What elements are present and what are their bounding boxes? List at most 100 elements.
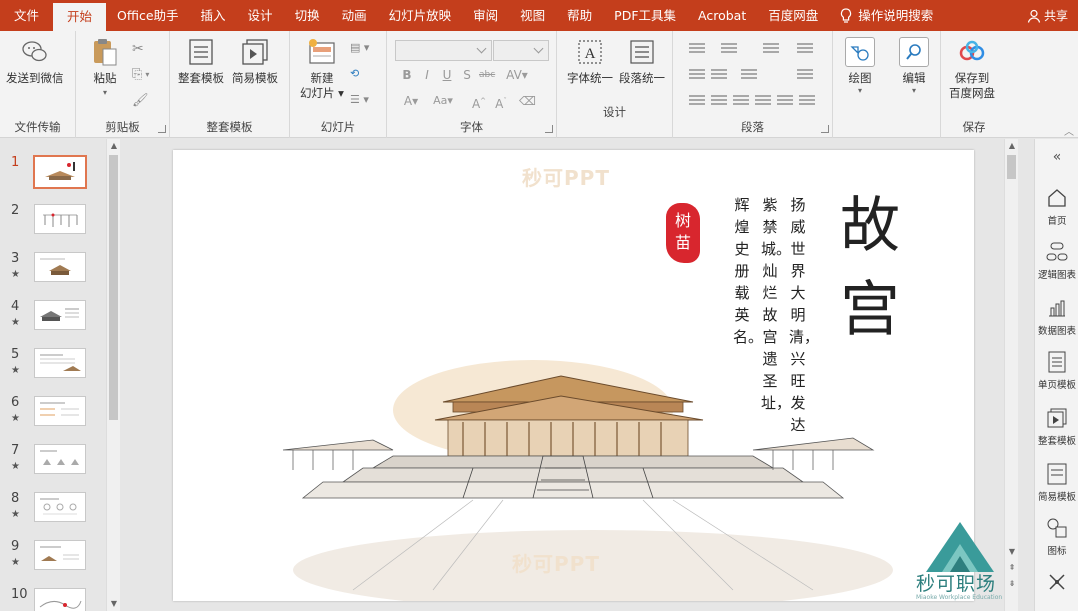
menu-transitions[interactable]: 切换 [284, 0, 331, 31]
shrink-font-button[interactable]: Aˇ [493, 93, 509, 111]
group-clipboard: 粘贴 ▾ ✂ ⎘ ▾ 🖌 剪贴板 [76, 31, 170, 138]
single-page-template-button[interactable]: 单页模板 [1035, 349, 1078, 391]
align-center-button[interactable] [711, 95, 727, 107]
menu-insert[interactable]: 插入 [190, 0, 237, 31]
more-tools-button[interactable] [1035, 569, 1078, 597]
logic-chart-button[interactable]: 逻辑图表 [1035, 239, 1078, 281]
align-right-button[interactable] [733, 95, 749, 107]
send-to-wechat-button[interactable]: 发送到微信 [6, 37, 64, 86]
thumbnail-item[interactable]: 8 ★ [0, 491, 105, 532]
format-painter-icon[interactable]: 🖌 [132, 93, 149, 108]
reset-icon[interactable]: ⟲ [350, 67, 359, 80]
simple-template-button[interactable]: 简易模板 [232, 37, 278, 86]
align-text-button[interactable] [797, 69, 813, 81]
bullets-button[interactable] [689, 43, 705, 55]
icons-button[interactable]: 图标 [1035, 515, 1078, 557]
font-unify-button[interactable]: A 字体统一 [567, 37, 613, 86]
columns-button[interactable] [797, 43, 813, 55]
thumbnail-item[interactable]: 9 ★ [0, 539, 105, 580]
char-spacing-button[interactable]: AV▾ [505, 67, 529, 83]
line-spacing-button[interactable] [763, 43, 779, 55]
scrollbar-handle[interactable] [109, 155, 118, 420]
thumbnail-item[interactable]: 5 ★ [0, 347, 105, 388]
icons-label: 图标 [1047, 546, 1067, 557]
italic-button[interactable]: I [419, 67, 435, 83]
change-case-button[interactable]: Aa▾ [429, 93, 457, 109]
prev-slide-arrow[interactable]: ⇞ [1007, 563, 1017, 573]
font-size-combo[interactable] [493, 40, 549, 61]
scrollbar-handle[interactable] [1007, 155, 1016, 179]
justify-button[interactable] [755, 95, 771, 107]
slide-editor: 秒可PPT 秒可PPT 故 宫 扬威世界大明清，兴旺发达 紫禁城。灿烂故宫遗圣址… [122, 139, 1018, 611]
data-chart-button[interactable]: 数据图表 [1035, 295, 1078, 337]
menu-baidu-netdisk[interactable]: 百度网盘 [757, 0, 829, 31]
collapse-ribbon-icon[interactable]: ︿ [1064, 123, 1074, 138]
numbering-button[interactable] [721, 43, 737, 55]
scroll-down-arrow[interactable]: ▼ [109, 599, 119, 609]
para-unify-button[interactable]: 段落统一 [619, 37, 665, 86]
next-slide-arrow[interactable]: ⇟ [1007, 579, 1017, 589]
slide-canvas[interactable]: 秒可PPT 秒可PPT 故 宫 扬威世界大明清，兴旺发达 紫禁城。灿烂故宫遗圣址… [173, 150, 974, 601]
menu-slideshow[interactable]: 幻灯片放映 [378, 0, 463, 31]
thumbnail-item[interactable]: 3 ★ [0, 251, 105, 292]
drawing-button[interactable]: 绘图 ▾ [845, 37, 875, 95]
share-button[interactable]: 共享 [1013, 7, 1078, 24]
thumbnail-item[interactable]: 10 [0, 587, 105, 611]
smartart-button[interactable] [799, 95, 815, 107]
bold-button[interactable]: B [399, 67, 415, 83]
thumbnail-item[interactable]: 4 ★ [0, 299, 105, 340]
thumbnail-number: 6 [11, 395, 20, 410]
full-template-panel-button[interactable]: 整套模板 [1035, 405, 1078, 447]
save-to-netdisk-button[interactable]: 保存到 百度网盘 [949, 37, 995, 101]
editing-button[interactable]: 编辑 ▾ [899, 37, 929, 95]
section-icon[interactable]: ☰ ▾ [350, 93, 369, 106]
thumbnail-item[interactable]: 2 [0, 203, 105, 244]
clear-format-icon[interactable]: ⌫ [519, 93, 536, 109]
paste-button[interactable]: 粘贴 ▾ [90, 37, 120, 97]
thumbnail-item[interactable]: 6 ★ [0, 395, 105, 436]
strikethrough-button[interactable]: abc [479, 67, 495, 83]
scroll-up-arrow[interactable]: ▲ [109, 141, 119, 151]
clipboard-launcher[interactable] [158, 125, 166, 133]
distributed-button[interactable] [777, 95, 793, 107]
menu-view[interactable]: 视图 [509, 0, 556, 31]
menu-review[interactable]: 审阅 [462, 0, 509, 31]
home-label: 首页 [1047, 216, 1067, 227]
font-launcher[interactable] [545, 125, 553, 133]
menu-file[interactable]: 文件 [0, 0, 53, 31]
menu-home[interactable]: 开始 [53, 3, 107, 31]
title-char-2: 宫 [840, 275, 900, 345]
menu-help[interactable]: 帮助 [556, 0, 603, 31]
font-name-combo[interactable] [395, 40, 492, 61]
menu-office-helper[interactable]: Office助手 [106, 0, 190, 31]
thumbnail-item[interactable]: 7 ★ [0, 443, 105, 484]
paragraph-launcher[interactable] [821, 125, 829, 133]
thumbnails-scrollbar[interactable]: ▲ ▼ [106, 139, 120, 611]
tell-me-search[interactable]: 操作说明搜索 [829, 0, 944, 31]
full-template-button[interactable]: 整套模板 [178, 37, 224, 86]
align-left-button[interactable] [689, 95, 705, 107]
thumbnail-image [34, 300, 86, 330]
menu-design[interactable]: 设计 [237, 0, 284, 31]
menu-acrobat[interactable]: Acrobat [687, 0, 757, 31]
home-button[interactable]: 首页 [1035, 185, 1078, 227]
decrease-indent-button[interactable] [689, 69, 705, 81]
font-color-button[interactable]: A▾ [399, 93, 423, 109]
scroll-up-arrow[interactable]: ▲ [1007, 141, 1017, 151]
underline-button[interactable]: U [439, 67, 455, 83]
menu-animations[interactable]: 动画 [331, 0, 378, 31]
cut-icon[interactable]: ✂ [132, 41, 144, 57]
thumbnail-item[interactable]: 1 [0, 155, 105, 196]
scroll-down-arrow[interactable]: ▼ [1007, 547, 1017, 557]
increase-indent-button[interactable] [711, 69, 727, 81]
layout-icon[interactable]: ▤ ▾ [350, 41, 369, 54]
simple-template-panel-button[interactable]: 简易模板 [1035, 461, 1078, 503]
copy-icon[interactable]: ⎘ ▾ [132, 67, 149, 82]
grow-font-button[interactable]: A^ [471, 93, 487, 111]
text-direction-button[interactable] [741, 69, 757, 81]
new-slide-button[interactable]: 新建 幻灯片 ▾ [300, 37, 344, 101]
thumbnail-number: 10 [11, 587, 28, 602]
collapse-panel-button[interactable]: « [1035, 149, 1078, 165]
shadow-button[interactable]: S [459, 67, 475, 83]
menu-pdf-tools[interactable]: PDF工具集 [603, 0, 687, 31]
